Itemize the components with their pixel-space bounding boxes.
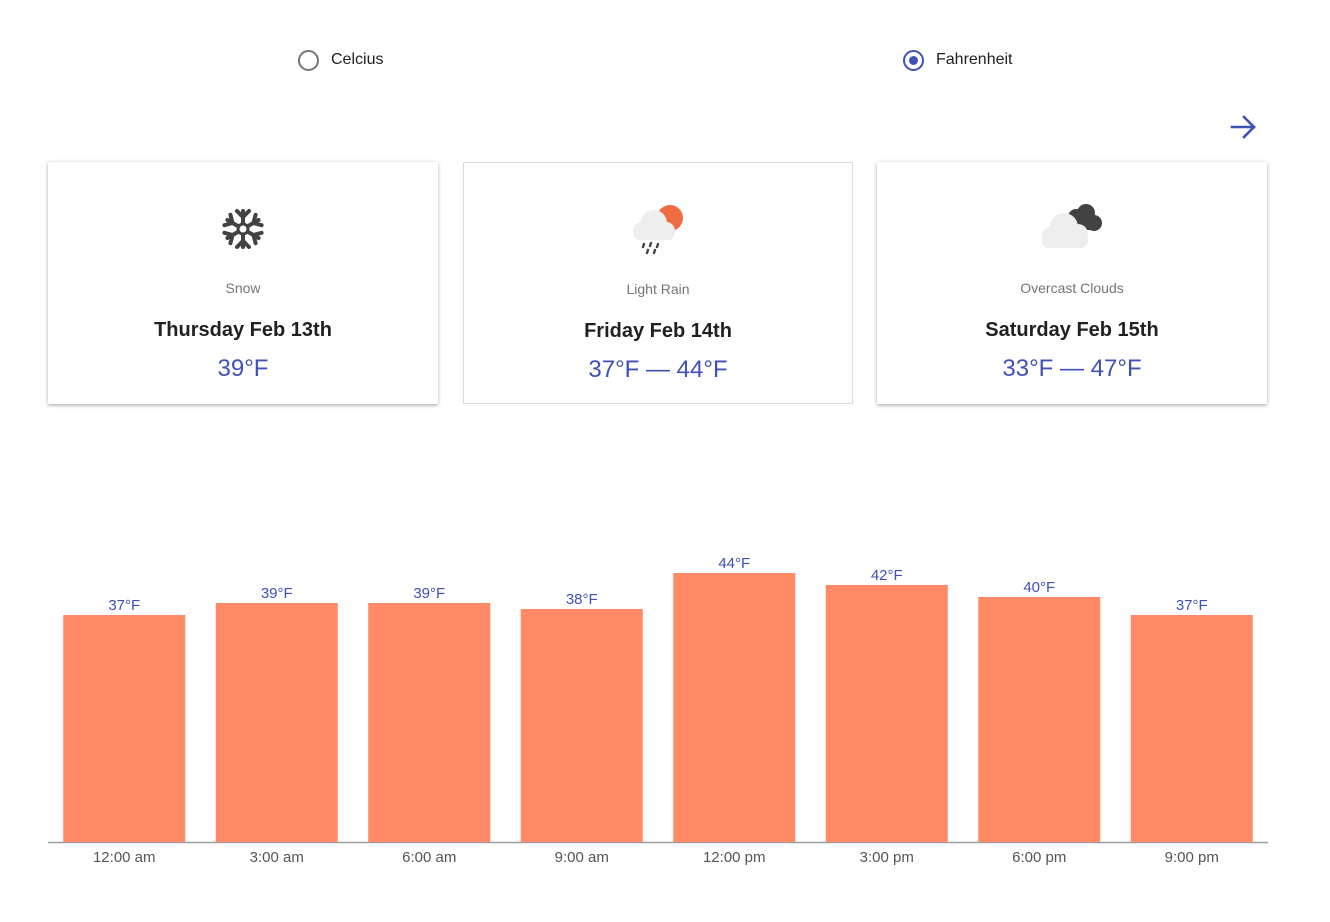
chart-bar [673, 573, 796, 842]
forecast-day: Friday Feb 14th [584, 320, 732, 342]
forecast-card-saturday[interactable]: Overcast Clouds Saturday Feb 15th 33°F —… [877, 162, 1267, 404]
bar-data-label: 40°F [1023, 579, 1055, 596]
forecast-temperature: 33°F — 47°F [1002, 355, 1142, 382]
chart-bar [63, 615, 186, 842]
chart-bar [978, 597, 1101, 842]
bar-data-label: 39°F [413, 585, 445, 602]
celsius-label: Celcius [331, 51, 384, 68]
fahrenheit-radio-option[interactable]: Fahrenheit [903, 48, 1013, 72]
fahrenheit-label: Fahrenheit [936, 51, 1013, 68]
chart-bar [1130, 615, 1253, 842]
chart-bar [825, 585, 948, 842]
forecast-temperature: 37°F — 44°F [588, 356, 728, 383]
bar-data-label: 37°F [108, 597, 140, 614]
arrow-right-icon[interactable] [1228, 112, 1260, 142]
fahrenheit-radio[interactable] [903, 49, 924, 71]
x-tick-label: 3:00 pm [860, 849, 914, 866]
bar-data-label: 38°F [566, 591, 598, 608]
overcast-clouds-icon [1032, 200, 1112, 260]
x-tick-label: 9:00 am [555, 849, 609, 866]
x-tick-label: 6:00 am [402, 849, 456, 866]
bar-data-label: 37°F [1176, 597, 1208, 614]
bar-data-label: 39°F [261, 585, 293, 602]
bar-data-label: 42°F [871, 567, 903, 584]
light-rain-icon [618, 201, 698, 261]
forecast-temperature: 39°F [217, 355, 269, 382]
forecast-card-thursday[interactable]: Snow Thursday Feb 13th 39°F [48, 162, 438, 404]
x-tick-label: 12:00 pm [703, 849, 766, 866]
celsius-radio-option[interactable]: Celcius [298, 48, 383, 72]
bar-data-label: 44°F [718, 555, 750, 572]
weather-page: Celcius Fahrenheit Snow Thursday Feb 13t… [0, 0, 1330, 922]
forecast-day: Saturday Feb 15th [985, 319, 1159, 341]
chart-bar [215, 603, 338, 842]
x-tick-label: 6:00 pm [1012, 849, 1066, 866]
weather-description: Light Rain [626, 281, 690, 297]
celsius-radio[interactable] [298, 49, 319, 71]
forecast-card-friday[interactable]: Light Rain Friday Feb 14th 37°F — 44°F [463, 162, 853, 404]
weather-description: Snow [225, 280, 261, 296]
chart-bar [368, 603, 491, 842]
x-tick-label: 3:00 am [250, 849, 304, 866]
chart-bar [520, 609, 643, 842]
x-tick-label: 9:00 pm [1165, 849, 1219, 866]
snowflake-icon [203, 200, 283, 260]
weather-description: Overcast Clouds [1020, 280, 1124, 296]
x-tick-label: 12:00 am [93, 849, 156, 866]
hourly-temperature-chart: 37°F 12:00 am 39°F 3:00 am 39°F 6:00 am 38°F 9:… [48, 555, 1268, 866]
forecast-day: Thursday Feb 13th [154, 319, 332, 341]
